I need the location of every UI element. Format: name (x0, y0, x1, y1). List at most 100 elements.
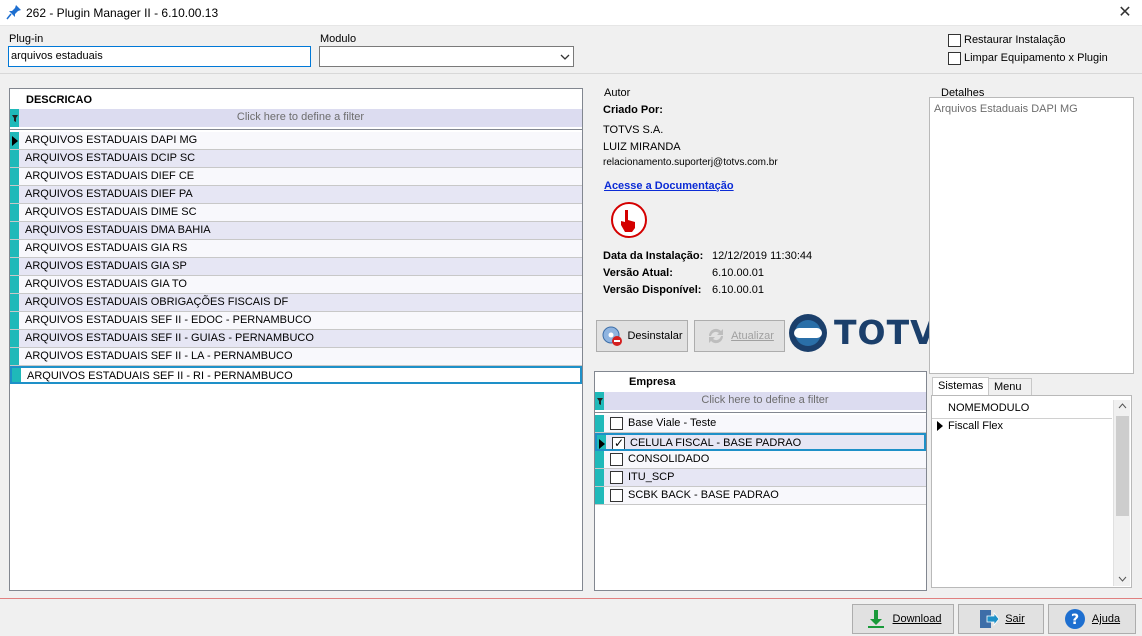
row-pointer-icon (12, 136, 18, 146)
ajuda-button[interactable]: ? Ajuda (1048, 604, 1136, 634)
plugin-grid: DESCRICAO Click here to define a filter … (9, 88, 583, 591)
row-indicator (10, 294, 19, 311)
empresa-checkbox[interactable] (610, 471, 623, 484)
list-item[interactable]: ARQUIVOS ESTADUAIS DAPI MG (10, 132, 582, 150)
row-indicator (10, 186, 19, 203)
row-indicator (12, 368, 21, 382)
autor-group-title: Autor (601, 87, 634, 99)
detalhes-text: Arquivos Estaduais DAPI MG (934, 103, 1078, 115)
help-icon: ? (1064, 609, 1085, 629)
row-indicator (10, 204, 19, 221)
plugin-input[interactable]: arquivos estaduais (8, 46, 311, 67)
versao-disp-label: Versão Disponível: (603, 284, 702, 296)
empresa-row[interactable]: SCBK BACK - BASE PADRAO (595, 487, 926, 505)
sistemas-line (932, 418, 1112, 419)
author-company: TOTVS S.A. (603, 124, 664, 136)
list-item-label: ARQUIVOS ESTADUAIS SEF II - LA - PERNAMB… (25, 350, 293, 362)
nomemodulo-header: NOMEMODULO (948, 402, 1030, 414)
author-name: LUIZ MIRANDA (603, 141, 681, 153)
list-item-label: ARQUIVOS ESTADUAIS SEF II - GUIAS - PERN… (25, 332, 314, 344)
restaurar-label: Restaurar Instalação (964, 34, 1066, 46)
sair-label: Sair (1005, 613, 1025, 625)
atualizar-button[interactable]: Atualizar (694, 320, 785, 352)
list-item[interactable]: ARQUIVOS ESTADUAIS SEF II - RI - PERNAMB… (10, 366, 582, 384)
empresa-checkbox[interactable] (610, 489, 623, 502)
filter-row[interactable]: Click here to define a filter (19, 109, 582, 127)
list-item[interactable]: ARQUIVOS ESTADUAIS DIME SC (10, 204, 582, 222)
versao-atual-label: Versão Atual: (603, 267, 673, 279)
empresa-label: Base Viale - Teste (628, 417, 717, 429)
svg-text:?: ? (1071, 612, 1079, 628)
list-item[interactable]: ARQUIVOS ESTADUAIS DMA BAHIA (10, 222, 582, 240)
list-item[interactable]: ARQUIVOS ESTADUAIS GIA SP (10, 258, 582, 276)
list-item-label: ARQUIVOS ESTADUAIS GIA SP (25, 260, 187, 272)
empresa-checkbox[interactable] (610, 417, 623, 430)
tab-sistemas[interactable]: Sistemas (932, 377, 990, 396)
sistemas-item[interactable]: Fiscall Flex (948, 420, 1003, 432)
scroll-down-icon[interactable] (1118, 576, 1127, 582)
empresa-checkbox[interactable] (610, 453, 623, 466)
limpar-checkbox[interactable] (948, 52, 961, 65)
download-button[interactable]: Download (852, 604, 954, 634)
divider (0, 73, 1142, 74)
empresa-label: CONSOLIDADO (628, 453, 710, 465)
row-pointer-icon (599, 439, 605, 449)
empresa-header-line (595, 412, 926, 413)
list-item-label: ARQUIVOS ESTADUAIS SEF II - EDOC - PERNA… (25, 314, 312, 326)
plugin-rows: ARQUIVOS ESTADUAIS DAPI MG ARQUIVOS ESTAD… (10, 132, 582, 384)
scroll-up-icon[interactable] (1118, 403, 1127, 409)
totvs-logo-icon (789, 314, 827, 352)
vertical-scrollbar[interactable] (1113, 400, 1130, 586)
data-label: Data da Instalação: (603, 250, 704, 262)
row-indicator (595, 451, 604, 468)
empresa-label: ITU_SCP (628, 471, 675, 483)
scroll-thumb[interactable] (1116, 416, 1129, 516)
list-item[interactable]: ARQUIVOS ESTADUAIS GIA TO (10, 276, 582, 294)
atualizar-label: Atualizar (731, 330, 774, 342)
empresa-row[interactable]: Base Viale - Teste (595, 415, 926, 433)
plugin-label: Plug-in (9, 33, 44, 45)
list-item-label: ARQUIVOS ESTADUAIS DIEF PA (25, 188, 193, 200)
documentation-link[interactable]: Acesse a Documentação (604, 180, 734, 192)
list-item[interactable]: ARQUIVOS ESTADUAIS DIEF CE (10, 168, 582, 186)
list-item[interactable]: ARQUIVOS ESTADUAIS SEF II - EDOC - PERNA… (10, 312, 582, 330)
list-item[interactable]: ARQUIVOS ESTADUAIS SEF II - LA - PERNAMB… (10, 348, 582, 366)
tab-menu[interactable]: Menu (988, 378, 1032, 396)
empresa-row[interactable]: CELULA FISCAL - BASE PADRAO (595, 433, 926, 451)
row-indicator (10, 258, 19, 275)
limpar-label: Limpar Equipamento x Plugin (964, 52, 1108, 64)
list-item-label: ARQUIVOS ESTADUAIS GIA TO (25, 278, 187, 290)
ajuda-label: Ajuda (1091, 613, 1121, 625)
desinstalar-button[interactable]: Desinstalar (596, 320, 688, 352)
row-indicator (10, 222, 19, 239)
criado-label: Criado Por: (603, 104, 663, 116)
empresa-checkbox[interactable] (612, 435, 625, 449)
empresa-grid: Empresa Click here to define a filter Ba… (594, 371, 927, 591)
close-icon[interactable]: ✕ (1108, 0, 1142, 26)
versao-disp-value: 6.10.00.01 (712, 284, 764, 296)
filter-icon (12, 115, 18, 122)
empresa-label: CELULA FISCAL - BASE PADRAO (630, 437, 802, 449)
title-bar: 262 - Plugin Manager II - 6.10.00.13 ✕ (0, 0, 1142, 26)
empresa-label: SCBK BACK - BASE PADRAO (628, 489, 779, 501)
empresa-row[interactable]: ITU_SCP (595, 469, 926, 487)
filter-icon (597, 398, 603, 405)
list-item[interactable]: ARQUIVOS ESTADUAIS GIA RS (10, 240, 582, 258)
versao-atual-value: 6.10.00.01 (712, 267, 764, 279)
detalhes-box: Arquivos Estaduais DAPI MG (929, 97, 1134, 374)
list-item[interactable]: ARQUIVOS ESTADUAIS DCIP SC (10, 150, 582, 168)
empresa-header: Empresa (629, 376, 676, 388)
descricao-header: DESCRICAO (26, 94, 93, 106)
list-item[interactable]: ARQUIVOS ESTADUAIS DIEF PA (10, 186, 582, 204)
author-email: relacionamento.suporterj@totvs.com.br (603, 157, 778, 168)
empresa-row[interactable]: CONSOLIDADO (595, 451, 926, 469)
download-icon (867, 610, 884, 628)
list-item[interactable]: ARQUIVOS ESTADUAIS OBRIGAÇÕES FISCAIS DF (10, 294, 582, 312)
modulo-select[interactable] (319, 46, 574, 67)
empresa-filter-row[interactable]: Click here to define a filter (604, 392, 926, 410)
hand-pointer-icon[interactable] (610, 201, 648, 239)
list-item[interactable]: ARQUIVOS ESTADUAIS SEF II - GUIAS - PERN… (10, 330, 582, 348)
restaurar-checkbox[interactable] (948, 34, 961, 47)
row-indicator (10, 330, 19, 347)
sair-button[interactable]: Sair (958, 604, 1044, 634)
